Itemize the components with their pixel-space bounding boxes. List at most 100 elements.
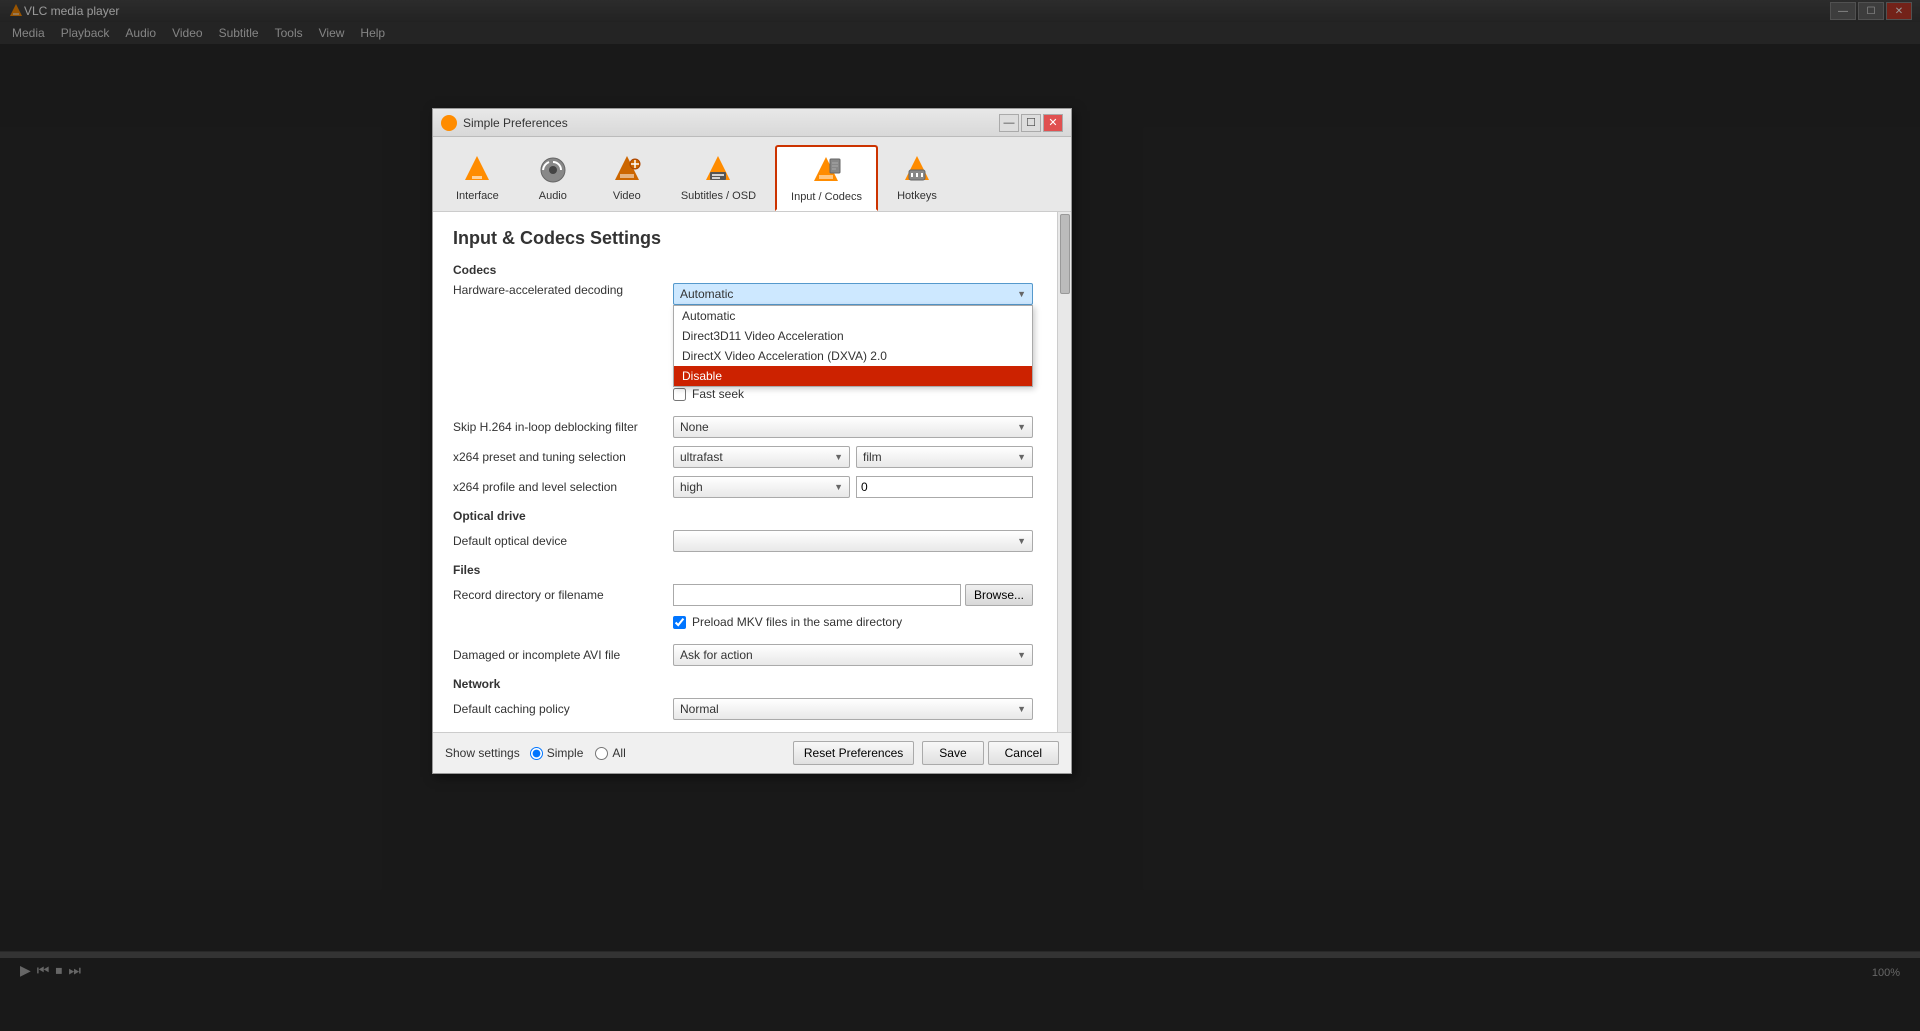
- skip-h264-arrow: ▼: [1017, 422, 1026, 432]
- damaged-avi-btn[interactable]: Ask for action ▼: [673, 644, 1033, 666]
- radio-all-label[interactable]: All: [595, 746, 625, 760]
- cancel-button[interactable]: Cancel: [988, 741, 1059, 765]
- files-group-label: Files: [453, 563, 1033, 577]
- x264-preset-control: ultrafast ▼ film ▼: [673, 446, 1033, 468]
- tab-subtitles-label: Subtitles / OSD: [681, 190, 756, 202]
- x264-level-wrapper: [856, 476, 1033, 498]
- option-d3d11[interactable]: Direct3D11 Video Acceleration: [674, 326, 1032, 346]
- preload-mkv-checkbox[interactable]: [673, 616, 686, 629]
- interface-icon: [459, 152, 495, 188]
- x264-profile-control: high ▼: [673, 476, 1033, 498]
- hw-decoding-label: Hardware-accelerated decoding: [453, 283, 673, 297]
- preload-mkv-row: Preload MKV files in the same directory: [453, 613, 1033, 637]
- caching-label: Default caching policy: [453, 702, 673, 716]
- x264-profile-label: x264 profile and level selection: [453, 480, 673, 494]
- x264-preset-btn1[interactable]: ultrafast ▼: [673, 446, 850, 468]
- page-title: Input & Codecs Settings: [453, 228, 1033, 249]
- fast-seek-checkbox-row: Fast seek: [673, 387, 1033, 401]
- caching-arrow: ▼: [1017, 704, 1026, 714]
- optical-device-btn[interactable]: ▼: [673, 530, 1033, 552]
- scrollbar-thumb[interactable]: [1060, 214, 1070, 294]
- option-automatic[interactable]: Automatic: [674, 306, 1032, 326]
- caching-value: Normal: [680, 702, 719, 716]
- tab-interface-label: Interface: [456, 190, 499, 202]
- dialog-content: Input & Codecs Settings Codecs Hardware-…: [433, 212, 1071, 732]
- record-dir-input[interactable]: [673, 584, 961, 606]
- show-settings-label: Show settings: [445, 746, 520, 760]
- skip-h264-row: Skip H.264 in-loop deblocking filter Non…: [453, 415, 1033, 439]
- hw-decoding-arrow: ▼: [1017, 289, 1026, 299]
- tab-video[interactable]: Video: [592, 145, 662, 211]
- radio-simple-label[interactable]: Simple: [530, 746, 584, 760]
- caching-control: Normal ▼: [673, 698, 1033, 720]
- scrollbar-track[interactable]: [1057, 212, 1071, 732]
- reset-preferences-button[interactable]: Reset Preferences: [793, 741, 914, 765]
- category-tabs: Interface Audio: [433, 137, 1071, 212]
- hw-decoding-dropdown-btn[interactable]: Automatic ▼: [673, 283, 1033, 305]
- preload-mkv-checkbox-row: Preload MKV files in the same directory: [673, 615, 1033, 629]
- x264-profile-btn[interactable]: high ▼: [673, 476, 850, 498]
- x264-preset-twocol: ultrafast ▼ film ▼: [673, 446, 1033, 468]
- skip-h264-dropdown[interactable]: None ▼: [673, 416, 1033, 438]
- x264-profile-dropdown[interactable]: high ▼: [673, 476, 850, 498]
- x264-level-input[interactable]: [856, 476, 1033, 498]
- tab-interface[interactable]: Interface: [441, 145, 514, 211]
- x264-profile-value: high: [680, 480, 703, 494]
- caching-row: Default caching policy Normal ▼: [453, 697, 1033, 721]
- subtitles-icon: [700, 152, 736, 188]
- x264-preset-arrow2: ▼: [1017, 452, 1026, 462]
- skip-h264-label: Skip H.264 in-loop deblocking filter: [453, 420, 673, 434]
- tab-audio[interactable]: Audio: [518, 145, 588, 211]
- option-dxva2[interactable]: DirectX Video Acceleration (DXVA) 2.0: [674, 346, 1032, 366]
- hw-decoding-menu: Automatic Direct3D11 Video Acceleration …: [673, 305, 1033, 387]
- video-icon: [609, 152, 645, 188]
- optical-device-row: Default optical device ▼: [453, 529, 1033, 553]
- radio-all[interactable]: [595, 747, 608, 760]
- tab-hotkeys[interactable]: Hotkeys: [882, 145, 952, 211]
- dialog-titlebar: Simple Preferences — ☐ ✕: [433, 109, 1071, 137]
- x264-preset-label: x264 preset and tuning selection: [453, 450, 673, 464]
- tab-hotkeys-label: Hotkeys: [897, 190, 937, 202]
- caching-btn[interactable]: Normal ▼: [673, 698, 1033, 720]
- radio-all-text: All: [612, 746, 625, 760]
- network-group-label: Network: [453, 677, 1033, 691]
- skip-h264-btn[interactable]: None ▼: [673, 416, 1033, 438]
- tab-video-label: Video: [613, 190, 641, 202]
- hw-decoding-value: Automatic: [680, 287, 733, 301]
- x264-profile-row: x264 profile and level selection high ▼: [453, 475, 1033, 499]
- hw-decoding-control: Automatic ▼ Automatic Direct3D11 Video A…: [673, 283, 1033, 305]
- option-disable[interactable]: Disable: [674, 366, 1032, 386]
- preload-mkv-checkbox-label[interactable]: Preload MKV files in the same directory: [692, 615, 902, 629]
- hw-decoding-dropdown[interactable]: Automatic ▼ Automatic Direct3D11 Video A…: [673, 283, 1033, 305]
- skip-h264-control: None ▼: [673, 416, 1033, 438]
- damaged-avi-control: Ask for action ▼: [673, 644, 1033, 666]
- dialog-title: Simple Preferences: [463, 116, 997, 130]
- fast-seek-control: Fast seek: [673, 387, 1033, 407]
- tab-audio-label: Audio: [539, 190, 567, 202]
- fast-seek-checkbox[interactable]: [673, 388, 686, 401]
- optical-device-dropdown[interactable]: ▼: [673, 530, 1033, 552]
- x264-profile-arrow: ▼: [834, 482, 843, 492]
- caching-dropdown[interactable]: Normal ▼: [673, 698, 1033, 720]
- codecs-group-label: Codecs: [453, 263, 1033, 277]
- damaged-avi-dropdown[interactable]: Ask for action ▼: [673, 644, 1033, 666]
- x264-preset-val2: film: [863, 450, 882, 464]
- damaged-avi-arrow: ▼: [1017, 650, 1026, 660]
- save-button[interactable]: Save: [922, 741, 983, 765]
- tab-input-codecs[interactable]: Input / Codecs: [775, 145, 878, 211]
- dialog-minimize-button[interactable]: —: [999, 114, 1019, 132]
- content-inner: Input & Codecs Settings Codecs Hardware-…: [453, 228, 1033, 721]
- fast-seek-row: Fast seek: [453, 385, 1033, 409]
- dialog-maximize-button[interactable]: ☐: [1021, 114, 1041, 132]
- x264-preset-dropdown1[interactable]: ultrafast ▼: [673, 446, 850, 468]
- radio-simple[interactable]: [530, 747, 543, 760]
- x264-preset-dropdown2[interactable]: film ▼: [856, 446, 1033, 468]
- dialog-close-button[interactable]: ✕: [1043, 114, 1063, 132]
- browse-button[interactable]: Browse...: [965, 584, 1033, 606]
- hw-decoding-row: Hardware-accelerated decoding Automatic …: [453, 283, 1033, 307]
- x264-preset-btn2[interactable]: film ▼: [856, 446, 1033, 468]
- radio-simple-text: Simple: [547, 746, 584, 760]
- preferences-dialog: Simple Preferences — ☐ ✕ Interface: [432, 108, 1072, 774]
- fast-seek-checkbox-label[interactable]: Fast seek: [692, 387, 744, 401]
- tab-subtitles[interactable]: Subtitles / OSD: [666, 145, 771, 211]
